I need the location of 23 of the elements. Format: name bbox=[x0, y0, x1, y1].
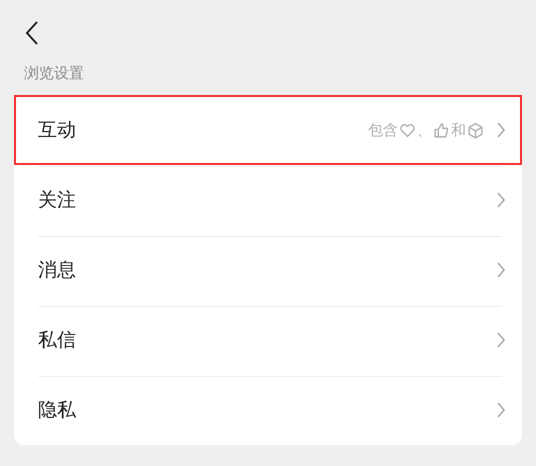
hint-text: 、 bbox=[417, 120, 432, 140]
hint-text: 和 bbox=[451, 120, 466, 140]
chevron-right-icon bbox=[496, 331, 506, 349]
settings-row[interactable]: 关注 bbox=[14, 165, 522, 235]
row-label: 隐私 bbox=[38, 398, 77, 423]
row-label: 关注 bbox=[38, 188, 77, 213]
back-icon[interactable] bbox=[24, 20, 40, 46]
settings-row[interactable]: 消息 bbox=[14, 235, 522, 305]
row-label: 互动 bbox=[38, 118, 77, 143]
row-label: 消息 bbox=[38, 258, 77, 283]
row-label: 私信 bbox=[38, 328, 77, 353]
cube-icon bbox=[467, 122, 484, 138]
settings-row[interactable]: 私信 bbox=[14, 305, 522, 375]
chevron-right-icon bbox=[496, 261, 506, 279]
chevron-right-icon bbox=[496, 121, 506, 139]
chevron-right-icon bbox=[496, 191, 506, 209]
hint-text: 包含 bbox=[368, 120, 398, 140]
heart-icon bbox=[399, 122, 416, 138]
thumbs-up-icon bbox=[433, 122, 450, 138]
settings-row[interactable]: 互动 包含 、 和 bbox=[14, 95, 522, 165]
chevron-right-icon bbox=[496, 401, 506, 419]
section-title: 浏览设置 bbox=[24, 64, 84, 83]
settings-row[interactable]: 隐私 bbox=[14, 375, 522, 445]
